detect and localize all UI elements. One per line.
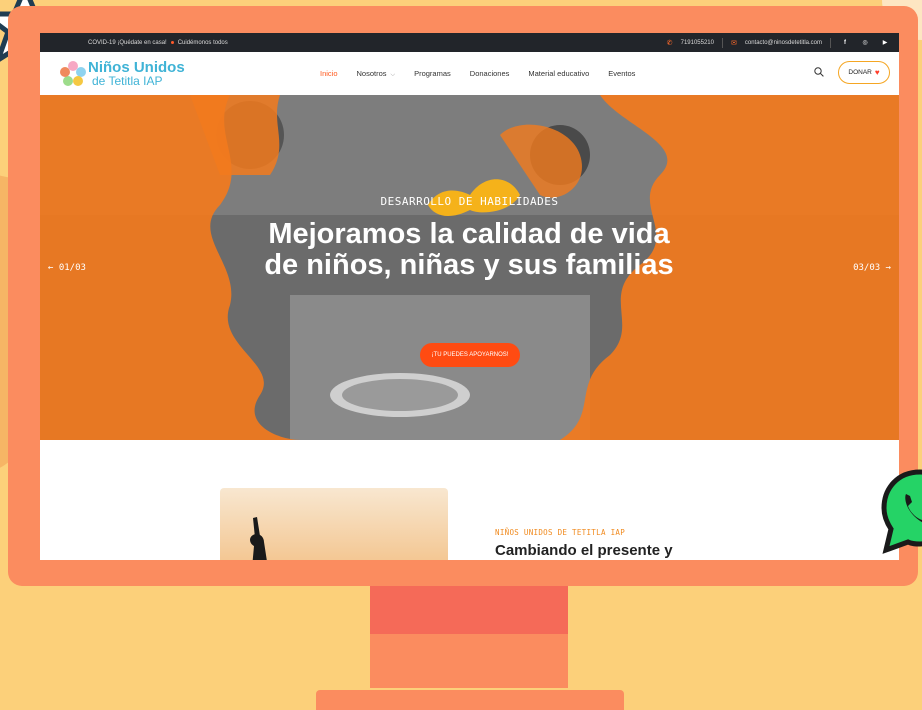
about-image bbox=[220, 488, 448, 560]
bullet-icon bbox=[170, 41, 174, 44]
covid-notice: COVID-19 ¡Quédate en casa! bbox=[88, 39, 167, 46]
divider bbox=[721, 37, 723, 48]
monitor-base bbox=[316, 690, 624, 710]
nav-item-donaciones[interactable]: Donaciones bbox=[470, 69, 510, 78]
support-button[interactable]: ¡TU PUEDES APOYARNOS! bbox=[420, 343, 520, 367]
slider-prev-button[interactable]: ← 01/03 bbox=[48, 263, 86, 273]
about-title: Cambiando el presente y bbox=[495, 542, 673, 559]
slider-next-button[interactable]: 03/03 → bbox=[853, 263, 891, 273]
silhouette-image bbox=[250, 517, 267, 560]
donate-label: DONAR bbox=[848, 69, 872, 76]
logo-title: Niños Unidos bbox=[88, 59, 185, 76]
mail-icon: ✉ bbox=[730, 39, 737, 47]
nav-menu: Inicio Nosotros ⌵ Programas Donaciones Ma… bbox=[320, 52, 635, 95]
nav-item-inicio[interactable]: Inicio bbox=[320, 69, 338, 78]
hero-eyebrow: DESARROLLO DE HABILIDADES bbox=[380, 195, 559, 208]
hero-slider: DESARROLLO DE HABILIDADES Mejoramos la c… bbox=[40, 95, 899, 440]
chevron-down-icon: ⌵ bbox=[390, 71, 396, 78]
whatsapp-icon[interactable] bbox=[880, 468, 922, 556]
nav-item-material-educativo[interactable]: Material educativo bbox=[528, 69, 589, 78]
email-link[interactable]: contacto@ninosdetetitla.com bbox=[745, 40, 822, 46]
care-notice: Cuidémonos todos bbox=[177, 39, 228, 46]
top-bar: COVID-19 ¡Quédate en casa! Cuidémonos to… bbox=[40, 33, 899, 52]
about-eyebrow: NIÑOS UNIDOS DE TETITLA IAP bbox=[495, 528, 626, 537]
logo-subtitle: de Tetitla IAP bbox=[92, 74, 163, 88]
hero-title: Mejoramos la calidad de vida de niños, n… bbox=[264, 218, 674, 281]
nav-item-programas[interactable]: Programas bbox=[414, 69, 451, 78]
phone-link[interactable]: 7191055210 bbox=[681, 40, 714, 46]
nav-item-eventos[interactable]: Eventos bbox=[608, 69, 635, 78]
divider bbox=[830, 37, 831, 48]
heart-icon: ♥ bbox=[874, 68, 880, 77]
website-screen: COVID-19 ¡Quédate en casa! Cuidémonos to… bbox=[40, 33, 899, 560]
instagram-icon[interactable]: ◎ bbox=[859, 39, 871, 46]
flower-logo-icon bbox=[60, 60, 86, 87]
youtube-icon[interactable]: ▶ bbox=[879, 39, 891, 46]
nav-item-nosotros[interactable]: Nosotros ⌵ bbox=[357, 69, 396, 79]
search-icon[interactable] bbox=[814, 67, 824, 77]
donate-button[interactable]: DONAR ♥ bbox=[838, 61, 890, 84]
main-navbar: Niños Unidos de Tetitla IAP Inicio Nosot… bbox=[40, 52, 899, 95]
nav-item-label: Nosotros bbox=[356, 68, 387, 78]
site-logo[interactable]: Niños Unidos de Tetitla IAP bbox=[60, 60, 185, 87]
monitor-neck-shadow bbox=[370, 586, 568, 634]
phone-icon: ✆ bbox=[666, 39, 673, 47]
facebook-icon[interactable]: f bbox=[839, 40, 851, 46]
